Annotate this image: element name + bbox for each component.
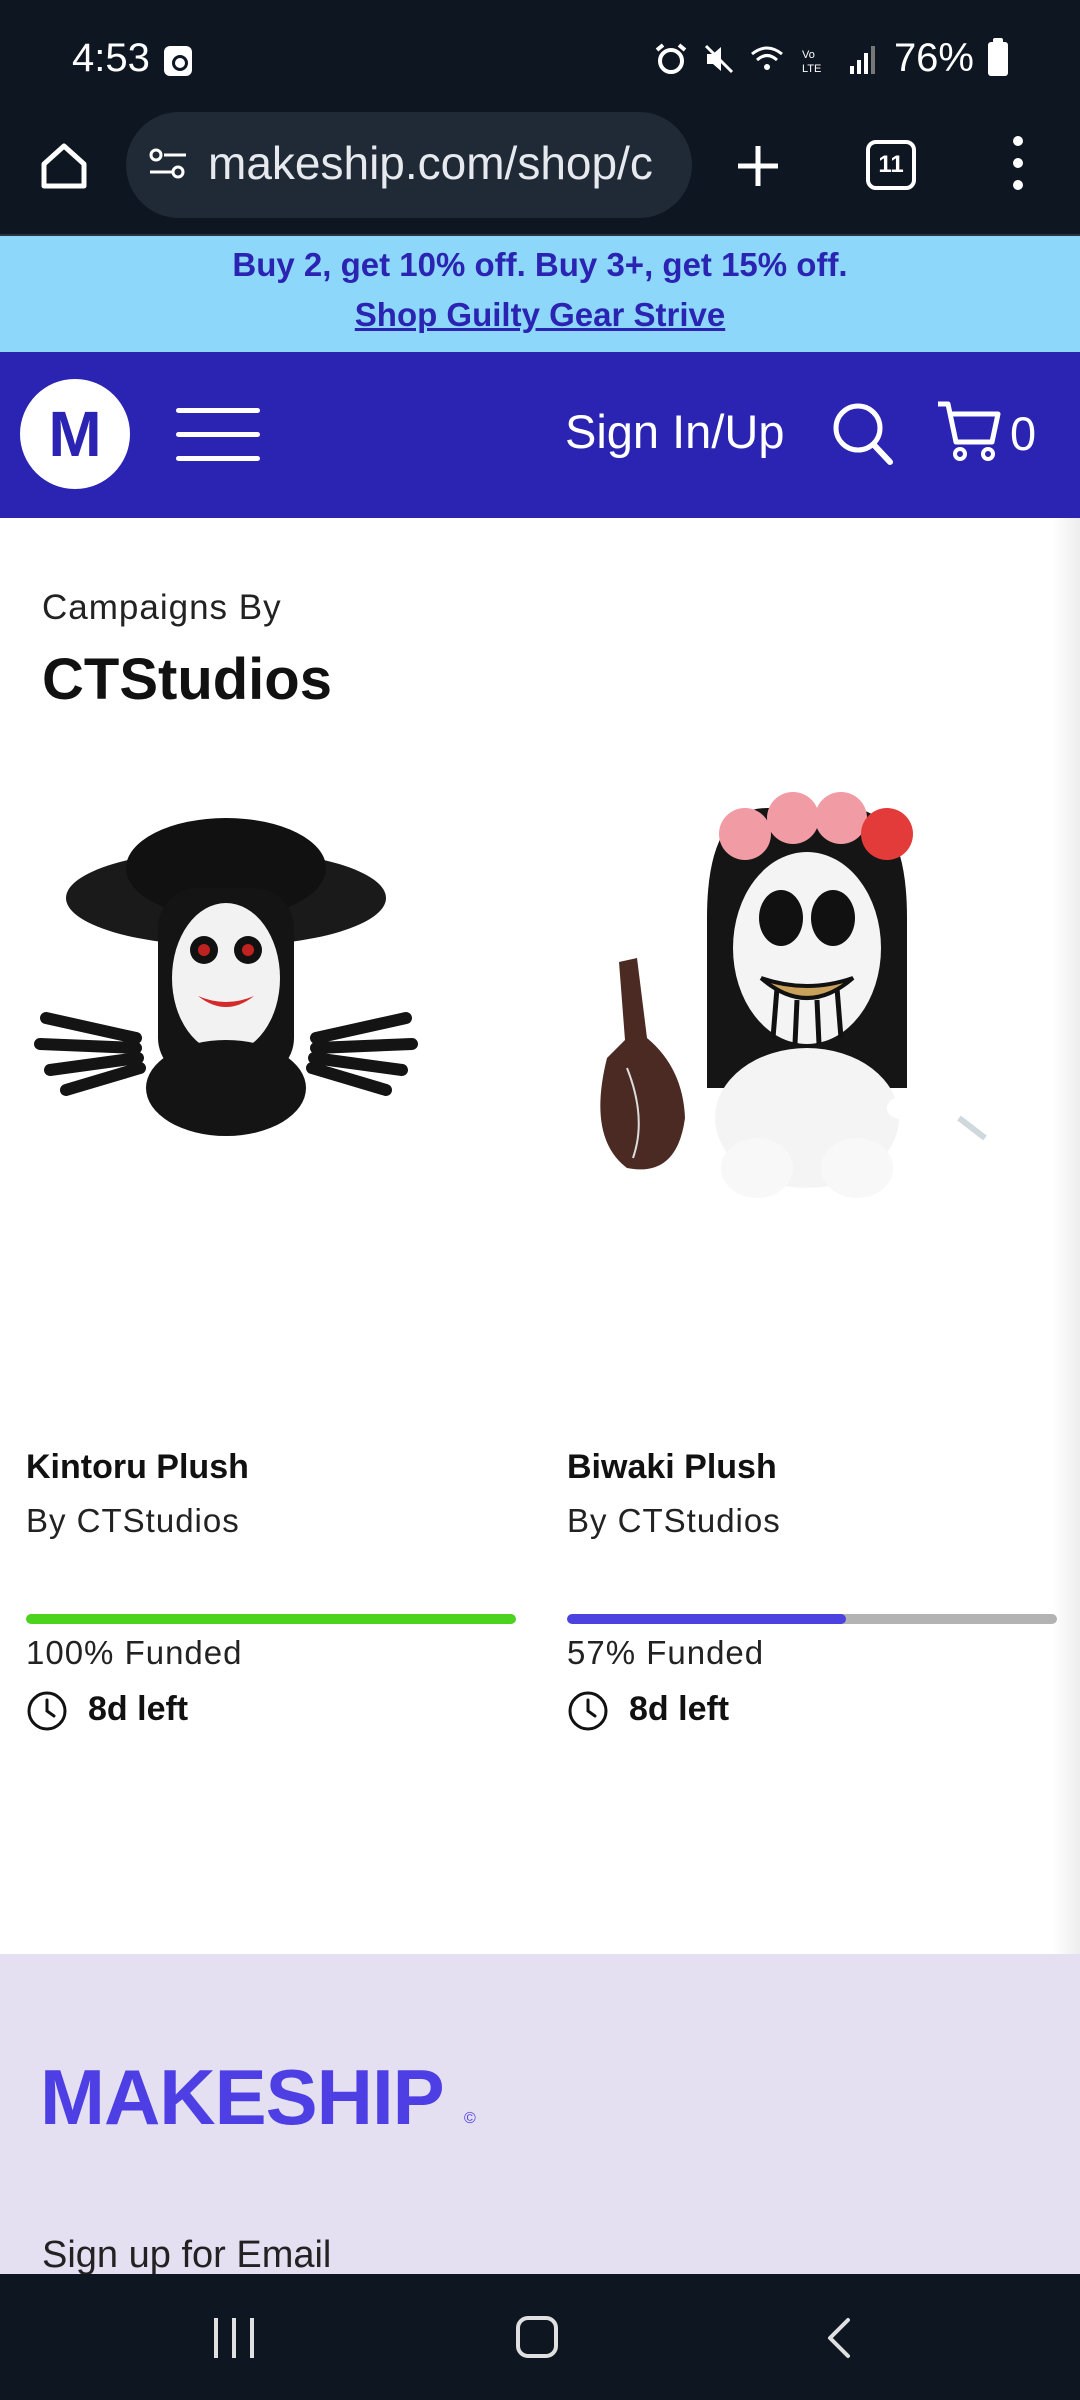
recents-icon[interactable] (212, 2318, 258, 2358)
signal-icon (849, 45, 875, 74)
clock-icon (27, 1691, 67, 1731)
biwaki-plush-image[interactable] (567, 718, 1057, 1398)
product-creator[interactable]: By CTStudios (567, 1502, 781, 1540)
system-nav-bar (0, 2274, 1080, 2400)
tabs-icon[interactable]: 11 (866, 140, 916, 190)
main-content: Campaigns By CTStudios Kintoru Plush By … (0, 518, 1080, 1954)
footer-logo[interactable]: MAKESHIP (40, 2052, 445, 2143)
time-left: 8d left (88, 1690, 189, 1728)
battery-percent: 76% (893, 36, 974, 80)
tune-icon[interactable] (146, 142, 190, 186)
promo-banner: Buy 2, get 10% off. Buy 3+, get 15% off.… (0, 236, 1080, 352)
home-icon[interactable] (36, 138, 92, 194)
copyright-mark: © (464, 2110, 476, 2127)
status-icons: Vo LTE 76% (654, 36, 1008, 81)
product-title[interactable]: Kintoru Plush (26, 1448, 249, 1487)
kintoru-plush-image[interactable] (26, 718, 516, 1398)
search-icon[interactable] (830, 398, 896, 468)
funding-progress-bar (567, 1614, 1057, 1624)
cart-icon[interactable] (934, 396, 1004, 466)
volte-icon: Vo LTE (802, 49, 821, 75)
campaigns-label: Campaigns By (42, 588, 282, 627)
address-bar[interactable]: makeship.com/shop/c (126, 112, 692, 218)
status-bar: 4:53 Vo LTE 76% (0, 0, 1080, 112)
site-footer: MAKESHIP © Sign up for Email (0, 1954, 1080, 2274)
time-left: 8d left (629, 1690, 730, 1728)
back-icon[interactable] (820, 2316, 860, 2360)
plus-icon[interactable] (730, 138, 786, 194)
cart-count[interactable]: 0 (1010, 406, 1036, 461)
alarm-icon (655, 42, 687, 74)
funded-text: 57% Funded (567, 1634, 765, 1671)
funding-progress-fill (26, 1614, 516, 1624)
product-creator[interactable]: By CTStudios (26, 1502, 240, 1540)
svg-text:Vo: Vo (802, 49, 815, 61)
home-nav-icon[interactable] (516, 2316, 558, 2358)
site-header: M Sign In/Up 0 (0, 352, 1080, 518)
page-title: CTStudios (42, 647, 332, 712)
url-text[interactable]: makeship.com/shop/c (208, 136, 678, 190)
product-title[interactable]: Biwaki Plush (567, 1448, 777, 1487)
email-signup-heading: Sign up for Email (42, 2234, 332, 2274)
browser-toolbar: makeship.com/shop/c 11 (0, 112, 1080, 236)
svg-text:LTE: LTE (802, 63, 821, 75)
battery-icon (988, 37, 1008, 76)
hamburger-icon[interactable] (176, 408, 260, 462)
mute-icon (704, 44, 733, 73)
more-vert-icon[interactable] (1000, 134, 1036, 194)
wifi-icon (751, 46, 783, 70)
promo-text: Buy 2, get 10% off. Buy 3+, get 15% off. (232, 246, 848, 283)
funded-text: 100% Funded (26, 1634, 243, 1671)
promo-link[interactable]: Shop Guilty Gear Strive (355, 296, 725, 334)
clock-icon (568, 1691, 608, 1731)
funding-progress-fill (567, 1614, 847, 1624)
calendar-notification-icon (164, 46, 192, 76)
signin-link[interactable]: Sign In/Up (565, 404, 784, 459)
makeship-logo[interactable]: M (20, 379, 130, 489)
funding-progress-bar (26, 1614, 516, 1624)
status-time: 4:53 (72, 36, 150, 80)
